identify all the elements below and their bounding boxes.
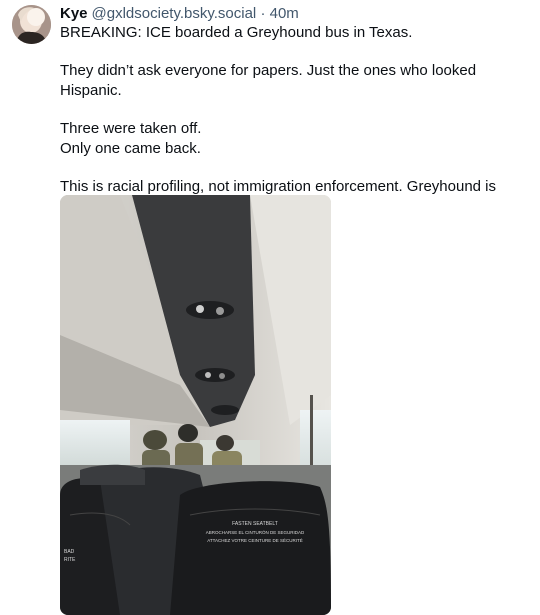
text-line: They didn’t ask everyone for papers. Jus… (60, 62, 477, 99)
post-text: BREAKING: ICE boarded a Greyhound bus in… (60, 23, 530, 217)
svg-text:ABROCHARSE EL CINTURÓN DE SEGU: ABROCHARSE EL CINTURÓN DE SEGURIDAD (206, 529, 305, 535)
post-timestamp[interactable]: 40m (270, 5, 299, 22)
author-handle[interactable]: @gxldsociety.bsky.social (92, 5, 257, 22)
svg-text:FASTEN SEATBELT: FASTEN SEATBELT (232, 521, 278, 527)
author-display-name[interactable]: Kye (60, 5, 88, 22)
paragraph-3: Three were taken off. Only one came back. (60, 119, 530, 159)
paragraph-1: BREAKING: ICE boarded a Greyhound bus in… (60, 23, 530, 43)
svg-text:RITE: RITE (64, 557, 76, 563)
post-image[interactable]: FASTEN SEATBELT ABROCHARSE EL CINTURÓN D… (60, 195, 331, 615)
text-line: Three were taken off. (60, 120, 202, 137)
svg-text:ATTACHEZ VOTRE CEINTURE DE SÉC: ATTACHEZ VOTRE CEINTURE DE SÉCURITÉ (207, 537, 303, 543)
paragraph-2: They didn’t ask everyone for papers. Jus… (60, 61, 530, 101)
post-header: Kye @gxldsociety.bsky.social · 40m (60, 4, 299, 24)
svg-text:BAD: BAD (64, 549, 75, 555)
text-line: BREAKING: ICE boarded a Greyhound bus in… (60, 24, 413, 41)
separator: · (260, 5, 266, 22)
post[interactable]: Kye @gxldsociety.bsky.social · 40m BREAKI… (0, 0, 540, 615)
avatar[interactable] (12, 5, 51, 44)
text-line: Only one came back. (60, 140, 201, 157)
